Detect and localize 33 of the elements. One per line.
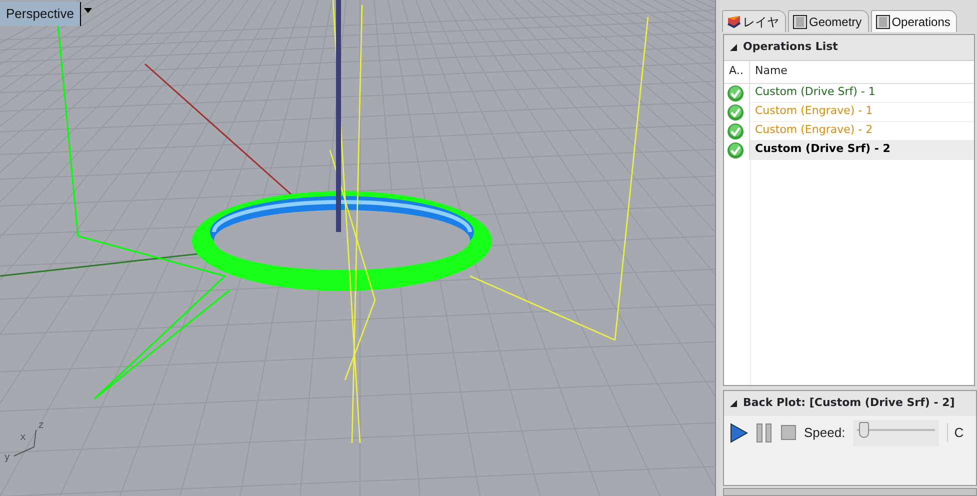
column-header[interactable]: Name <box>750 63 974 80</box>
collapse-icon[interactable] <box>730 44 737 51</box>
dropdown-caret-icon[interactable] <box>84 8 92 13</box>
axis-label: x <box>20 431 26 445</box>
speed-label: Speed: <box>804 424 846 442</box>
play-icon[interactable] <box>730 422 748 442</box>
check-icon <box>727 104 744 120</box>
speed-slider[interactable] <box>853 420 940 446</box>
panel-tab[interactable]: Operations <box>870 10 958 32</box>
viewport[interactable]: Perspective z x y <box>0 0 715 496</box>
column-header[interactable]: A.. <box>724 60 750 82</box>
collapse-icon[interactable] <box>730 400 737 407</box>
operation-row[interactable]: Custom (Drive Srf) - 2 <box>750 140 974 160</box>
horizontal-scrollbar[interactable] <box>723 488 977 496</box>
axis-gizmo-icon <box>14 430 36 456</box>
panel-tab[interactable]: Geometry <box>788 10 869 32</box>
axis-label: z <box>38 419 44 433</box>
panel-icon <box>876 14 890 28</box>
axis-label: y <box>4 451 10 465</box>
check-icon <box>727 84 744 102</box>
check-icon <box>727 122 744 140</box>
operation-row[interactable]: Custom (Drive Srf) - 1 <box>750 84 974 102</box>
section-title: Operations List <box>743 39 838 55</box>
layer-icon <box>727 15 741 28</box>
check-icon <box>727 142 744 158</box>
panel-icon <box>793 14 807 28</box>
viewport-title[interactable]: Perspective <box>0 2 81 26</box>
truncated-label: C <box>947 422 964 442</box>
panel-tab[interactable]: レイヤ <box>722 10 786 32</box>
stop-icon[interactable] <box>781 425 796 440</box>
section-title: Back Plot: [Custom (Drive Srf) - 2] <box>743 395 955 411</box>
slider-thumb[interactable] <box>859 422 870 438</box>
pause-icon[interactable] <box>756 422 773 442</box>
